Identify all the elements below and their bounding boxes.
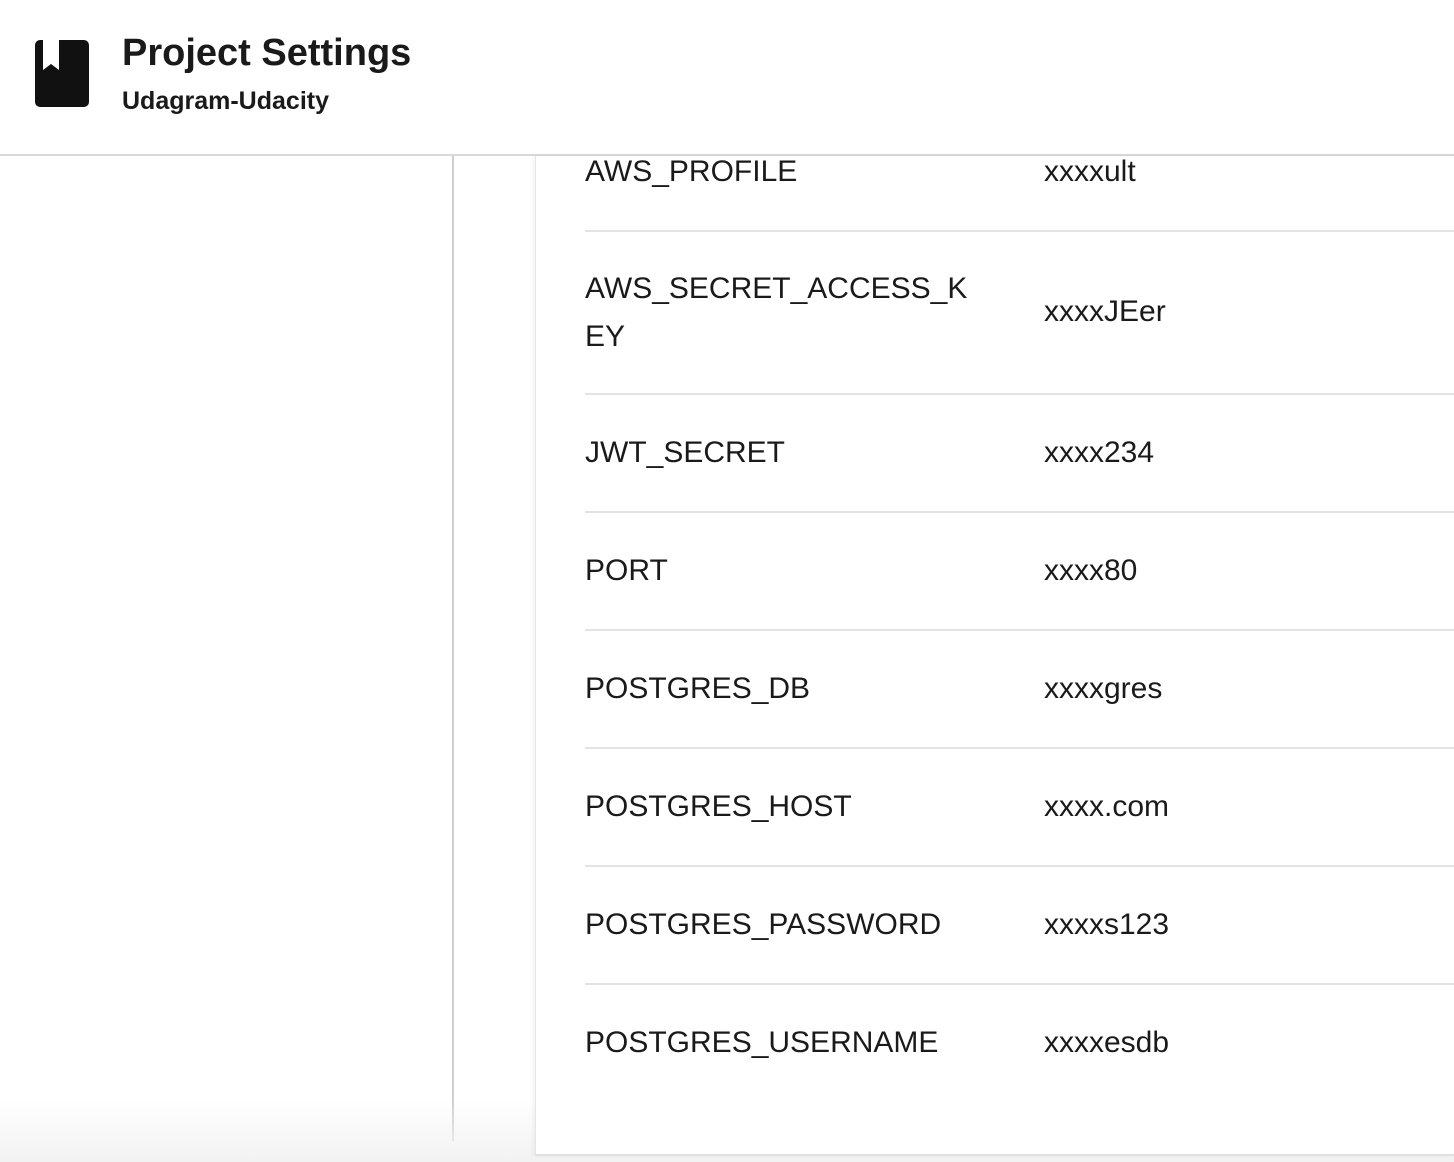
env-var-row: POSTGRES_DB xxxxgres [585,631,1454,749]
sidebar [0,156,454,1141]
env-var-value: xxxxult [1044,155,1136,188]
env-var-value: xxxxJEer [1044,295,1166,328]
env-var-value: xxxx.com [1044,790,1170,823]
env-var-name: POSTGRES_HOST [585,790,852,823]
env-var-row: PORT xxxx80 [585,513,1454,631]
env-var-name: JWT_SECRET [585,436,786,469]
env-vars-card: AWS_PROFILE xxxxult AWS_SECRET_ACCESS_KE… [535,155,1454,1156]
page-title: Project Settings [122,32,412,74]
page-header: Project Settings Udagram-Udacity [0,0,1454,156]
env-var-row: JWT_SECRET xxxx234 [585,395,1454,513]
env-vars-list: AWS_PROFILE xxxxult AWS_SECRET_ACCESS_KE… [585,155,1454,1101]
env-var-name: AWS_PROFILE [585,155,798,188]
project-name: Udagram-Udacity [122,87,329,115]
env-var-row: POSTGRES_HOST xxxx.com [585,749,1454,867]
env-var-name: PORT [585,554,668,587]
env-var-row: POSTGRES_PASSWORD xxxxs123 [585,867,1454,985]
env-var-value: xxxxesdb [1044,1026,1170,1059]
env-var-row: POSTGRES_USERNAME xxxxesdb [585,985,1454,1101]
env-var-name: POSTGRES_DB [585,672,811,705]
env-var-value: xxxxs123 [1044,908,1170,941]
env-var-name: AWS_SECRET_ACCESS_KEY [585,272,968,353]
env-var-value: xxxx234 [1044,436,1155,469]
env-var-value: xxxxgres [1044,672,1163,705]
env-var-name: POSTGRES_PASSWORD [585,908,942,941]
env-var-row: AWS_SECRET_ACCESS_KEY xxxxJEer [585,232,1454,395]
bookmark-book-icon [35,40,89,107]
env-var-row: AWS_PROFILE xxxxult [585,155,1454,232]
env-var-value: xxxx80 [1044,554,1138,587]
env-var-name: POSTGRES_USERNAME [585,1026,939,1059]
